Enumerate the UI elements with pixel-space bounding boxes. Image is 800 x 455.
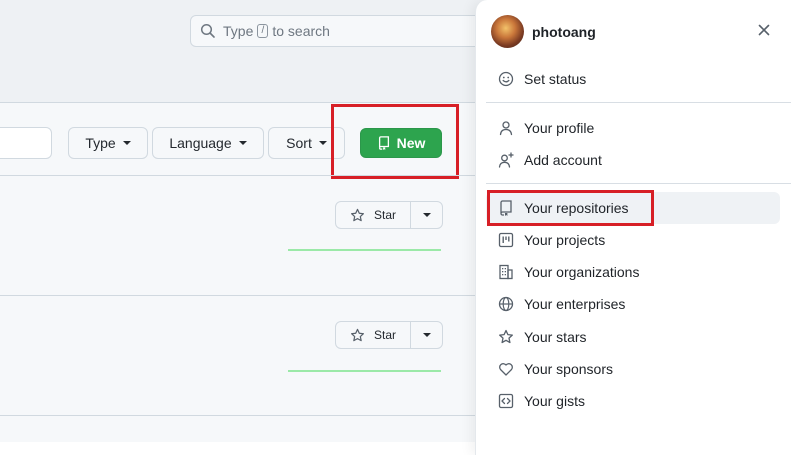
language-filter-label: Language: [169, 135, 232, 151]
star-label: Star: [373, 328, 396, 342]
menu-item-your-enterprises[interactable]: Your enterprises: [486, 288, 780, 320]
star-button[interactable]: Star: [336, 202, 411, 228]
menu-item-your-profile[interactable]: Your profile: [486, 112, 780, 144]
list-divider: [0, 295, 475, 296]
find-repository-input[interactable]: [0, 127, 52, 159]
menu-item-label: Add account: [524, 152, 602, 168]
search-shortcut-key: /: [257, 24, 269, 38]
heart-icon: [499, 363, 513, 376]
menu-item-add-account[interactable]: Add account: [486, 144, 780, 176]
menu-divider: [486, 102, 791, 103]
user-menu-panel: photoang Set status Your profile Add acc…: [475, 0, 800, 455]
search-icon: [200, 23, 215, 38]
person-icon: [499, 121, 513, 136]
chevron-down-icon: [318, 141, 327, 145]
menu-item-label: Your enterprises: [524, 296, 626, 312]
menu-item-label: Your projects: [524, 232, 606, 248]
star-icon: [350, 328, 364, 341]
list-divider: [0, 415, 475, 416]
type-filter-label: Type: [85, 135, 116, 151]
globe-icon: [498, 296, 514, 312]
language-filter-button[interactable]: Language: [152, 127, 264, 159]
star-button[interactable]: Star: [336, 322, 411, 348]
menu-item-your-gists[interactable]: Your gists: [486, 385, 780, 417]
star-list-dropdown[interactable]: [411, 322, 442, 348]
person-add-icon: [498, 152, 514, 168]
menu-divider: [486, 183, 791, 184]
menu-item-label: Your profile: [524, 120, 595, 136]
menu-item-your-organizations[interactable]: Your organizations: [486, 256, 780, 288]
search-input[interactable]: Type / to search: [190, 15, 490, 47]
star-label: Star: [373, 208, 396, 222]
activity-sparkline: [288, 370, 441, 372]
star-button-group: Star: [335, 321, 443, 349]
project-icon: [498, 232, 514, 248]
menu-item-label: Set status: [524, 71, 587, 87]
chevron-down-icon: [238, 141, 247, 145]
username: photoang: [532, 24, 596, 40]
close-icon[interactable]: [756, 22, 772, 38]
menu-item-your-projects[interactable]: Your projects: [486, 224, 780, 256]
menu-item-label: Your sponsors: [524, 361, 613, 377]
activity-sparkline: [288, 249, 441, 251]
menu-item-your-sponsors[interactable]: Your sponsors: [486, 353, 780, 385]
sort-filter-label: Sort: [286, 135, 312, 151]
chevron-down-icon: [422, 333, 431, 337]
menu-item-label: Your gists: [524, 393, 585, 409]
type-filter-button[interactable]: Type: [68, 127, 148, 159]
star-icon: [350, 208, 364, 221]
chevron-down-icon: [122, 141, 131, 145]
menu-item-set-status[interactable]: Set status: [486, 63, 780, 95]
menu-item-your-stars[interactable]: Your stars: [486, 321, 780, 353]
code-square-icon: [498, 393, 514, 409]
smiley-icon: [498, 71, 514, 87]
star-list-dropdown[interactable]: [411, 202, 442, 228]
menu-item-label: Your organizations: [524, 264, 640, 280]
new-button-highlight: [331, 104, 459, 179]
your-repositories-highlight: [487, 190, 654, 226]
organization-icon: [499, 264, 513, 280]
menu-item-label: Your stars: [524, 329, 587, 345]
avatar[interactable]: [491, 15, 524, 48]
list-divider: [0, 175, 475, 176]
star-icon: [499, 329, 513, 344]
search-placeholder-suffix: to search: [272, 23, 330, 39]
chevron-down-icon: [422, 213, 431, 217]
search-placeholder-prefix: Type: [223, 23, 254, 39]
star-button-group: Star: [335, 201, 443, 229]
